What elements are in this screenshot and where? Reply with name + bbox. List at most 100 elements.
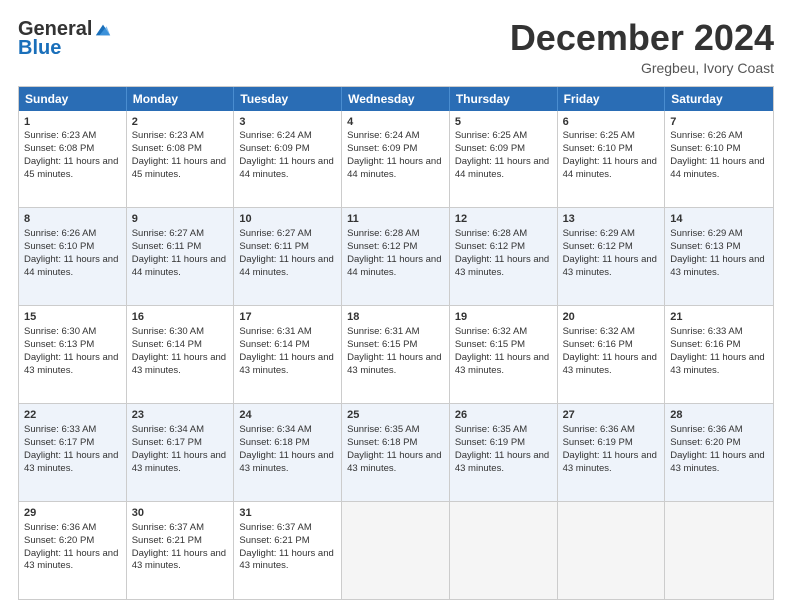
- day-info-line: Daylight: 11 hours and 44 minutes.: [455, 156, 552, 182]
- day-info-line: Sunset: 6:11 PM: [132, 241, 229, 254]
- day-info-line: Sunset: 6:15 PM: [455, 339, 552, 352]
- day-info-line: Sunrise: 6:30 AM: [24, 326, 121, 339]
- cal-cell-10: 10Sunrise: 6:27 AMSunset: 6:11 PMDayligh…: [234, 208, 342, 305]
- day-info-line: Sunset: 6:12 PM: [347, 241, 444, 254]
- cal-cell-25: 25Sunrise: 6:35 AMSunset: 6:18 PMDayligh…: [342, 404, 450, 501]
- cal-cell-17: 17Sunrise: 6:31 AMSunset: 6:14 PMDayligh…: [234, 306, 342, 403]
- day-info-line: Sunrise: 6:26 AM: [670, 130, 768, 143]
- calendar: SundayMondayTuesdayWednesdayThursdayFrid…: [18, 86, 774, 600]
- day-info-line: Sunset: 6:17 PM: [132, 437, 229, 450]
- day-info-line: Daylight: 11 hours and 43 minutes.: [24, 548, 121, 574]
- logo-icon: [94, 21, 112, 39]
- cal-cell-empty-4-4: [450, 502, 558, 599]
- cal-cell-2: 2Sunrise: 6:23 AMSunset: 6:08 PMDaylight…: [127, 111, 235, 208]
- calendar-row-2: 15Sunrise: 6:30 AMSunset: 6:13 PMDayligh…: [19, 305, 773, 403]
- day-number: 30: [132, 506, 229, 521]
- day-info-line: Daylight: 11 hours and 44 minutes.: [563, 156, 660, 182]
- day-number: 2: [132, 115, 229, 130]
- header-day-tuesday: Tuesday: [234, 87, 342, 111]
- day-info-line: Daylight: 11 hours and 44 minutes.: [670, 156, 768, 182]
- day-info-line: Sunset: 6:13 PM: [24, 339, 121, 352]
- day-info-line: Sunset: 6:17 PM: [24, 437, 121, 450]
- day-info-line: Sunset: 6:10 PM: [670, 143, 768, 156]
- day-info-line: Daylight: 11 hours and 43 minutes.: [563, 254, 660, 280]
- day-number: 3: [239, 115, 336, 130]
- day-info-line: Sunrise: 6:33 AM: [24, 424, 121, 437]
- cal-cell-empty-4-3: [342, 502, 450, 599]
- cal-cell-12: 12Sunrise: 6:28 AMSunset: 6:12 PMDayligh…: [450, 208, 558, 305]
- day-info-line: Sunset: 6:08 PM: [24, 143, 121, 156]
- day-info-line: Sunset: 6:10 PM: [563, 143, 660, 156]
- cal-cell-20: 20Sunrise: 6:32 AMSunset: 6:16 PMDayligh…: [558, 306, 666, 403]
- day-info-line: Sunset: 6:12 PM: [563, 241, 660, 254]
- day-info-line: Sunrise: 6:25 AM: [563, 130, 660, 143]
- day-info-line: Sunrise: 6:27 AM: [239, 228, 336, 241]
- day-number: 22: [24, 408, 121, 423]
- day-info-line: Sunset: 6:20 PM: [24, 535, 121, 548]
- cal-cell-22: 22Sunrise: 6:33 AMSunset: 6:17 PMDayligh…: [19, 404, 127, 501]
- day-number: 15: [24, 310, 121, 325]
- day-info-line: Daylight: 11 hours and 43 minutes.: [670, 450, 768, 476]
- day-info-line: Sunrise: 6:29 AM: [563, 228, 660, 241]
- cal-cell-23: 23Sunrise: 6:34 AMSunset: 6:17 PMDayligh…: [127, 404, 235, 501]
- day-number: 21: [670, 310, 768, 325]
- day-info-line: Sunrise: 6:23 AM: [24, 130, 121, 143]
- day-info-line: Daylight: 11 hours and 43 minutes.: [563, 352, 660, 378]
- day-info-line: Sunset: 6:16 PM: [670, 339, 768, 352]
- day-info-line: Daylight: 11 hours and 43 minutes.: [24, 352, 121, 378]
- cal-cell-27: 27Sunrise: 6:36 AMSunset: 6:19 PMDayligh…: [558, 404, 666, 501]
- cal-cell-26: 26Sunrise: 6:35 AMSunset: 6:19 PMDayligh…: [450, 404, 558, 501]
- day-info-line: Sunrise: 6:32 AM: [455, 326, 552, 339]
- calendar-row-1: 8Sunrise: 6:26 AMSunset: 6:10 PMDaylight…: [19, 207, 773, 305]
- day-info-line: Daylight: 11 hours and 43 minutes.: [455, 254, 552, 280]
- day-info-line: Sunset: 6:18 PM: [347, 437, 444, 450]
- cal-cell-1: 1Sunrise: 6:23 AMSunset: 6:08 PMDaylight…: [19, 111, 127, 208]
- day-info-line: Daylight: 11 hours and 45 minutes.: [132, 156, 229, 182]
- day-info-line: Sunset: 6:21 PM: [239, 535, 336, 548]
- day-number: 18: [347, 310, 444, 325]
- day-info-line: Sunset: 6:09 PM: [347, 143, 444, 156]
- month-title: December 2024: [510, 18, 774, 58]
- day-info-line: Daylight: 11 hours and 43 minutes.: [24, 450, 121, 476]
- day-info-line: Daylight: 11 hours and 44 minutes.: [239, 254, 336, 280]
- day-info-line: Sunrise: 6:28 AM: [347, 228, 444, 241]
- day-number: 12: [455, 212, 552, 227]
- calendar-row-3: 22Sunrise: 6:33 AMSunset: 6:17 PMDayligh…: [19, 403, 773, 501]
- day-info-line: Daylight: 11 hours and 44 minutes.: [347, 156, 444, 182]
- day-info-line: Daylight: 11 hours and 43 minutes.: [239, 548, 336, 574]
- day-info-line: Daylight: 11 hours and 44 minutes.: [132, 254, 229, 280]
- header-day-friday: Friday: [558, 87, 666, 111]
- day-info-line: Sunrise: 6:26 AM: [24, 228, 121, 241]
- title-block: December 2024 Gregbeu, Ivory Coast: [510, 18, 774, 76]
- day-info-line: Sunrise: 6:36 AM: [670, 424, 768, 437]
- header-day-wednesday: Wednesday: [342, 87, 450, 111]
- day-info-line: Daylight: 11 hours and 43 minutes.: [239, 450, 336, 476]
- day-info-line: Sunrise: 6:34 AM: [132, 424, 229, 437]
- cal-cell-29: 29Sunrise: 6:36 AMSunset: 6:20 PMDayligh…: [19, 502, 127, 599]
- calendar-header: SundayMondayTuesdayWednesdayThursdayFrid…: [19, 87, 773, 111]
- day-info-line: Sunrise: 6:37 AM: [132, 522, 229, 535]
- day-info-line: Sunset: 6:21 PM: [132, 535, 229, 548]
- cal-cell-empty-4-6: [665, 502, 773, 599]
- header-day-sunday: Sunday: [19, 87, 127, 111]
- day-number: 26: [455, 408, 552, 423]
- day-info-line: Daylight: 11 hours and 43 minutes.: [132, 548, 229, 574]
- day-info-line: Daylight: 11 hours and 43 minutes.: [455, 352, 552, 378]
- day-info-line: Daylight: 11 hours and 43 minutes.: [239, 352, 336, 378]
- day-number: 1: [24, 115, 121, 130]
- day-info-line: Sunset: 6:13 PM: [670, 241, 768, 254]
- day-info-line: Sunrise: 6:25 AM: [455, 130, 552, 143]
- day-info-line: Sunset: 6:12 PM: [455, 241, 552, 254]
- day-number: 24: [239, 408, 336, 423]
- day-number: 23: [132, 408, 229, 423]
- logo: General Blue: [18, 18, 112, 60]
- day-info-line: Daylight: 11 hours and 45 minutes.: [24, 156, 121, 182]
- day-info-line: Sunrise: 6:28 AM: [455, 228, 552, 241]
- day-info-line: Sunrise: 6:31 AM: [347, 326, 444, 339]
- day-info-line: Sunset: 6:19 PM: [455, 437, 552, 450]
- header-day-monday: Monday: [127, 87, 235, 111]
- day-number: 9: [132, 212, 229, 227]
- day-info-line: Daylight: 11 hours and 44 minutes.: [239, 156, 336, 182]
- calendar-row-4: 29Sunrise: 6:36 AMSunset: 6:20 PMDayligh…: [19, 501, 773, 599]
- day-info-line: Daylight: 11 hours and 43 minutes.: [132, 450, 229, 476]
